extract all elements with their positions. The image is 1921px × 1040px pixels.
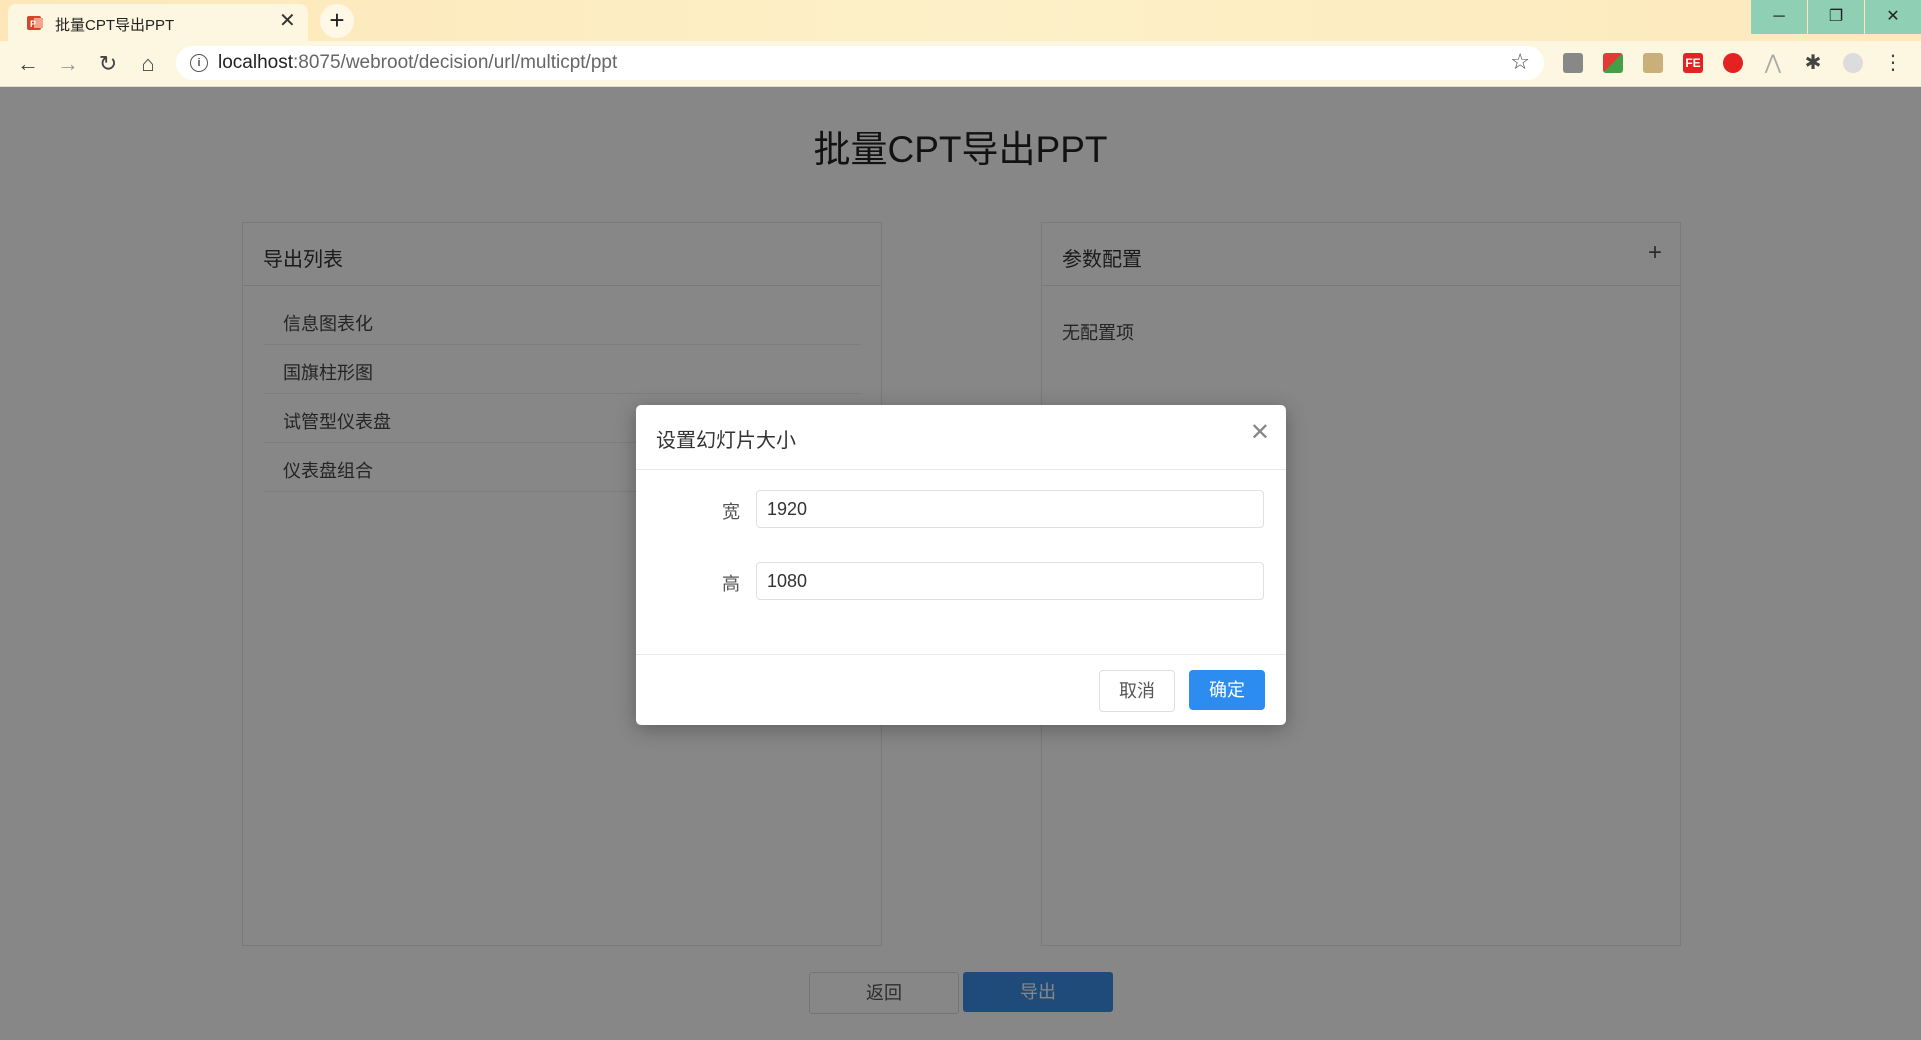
new-tab-button[interactable]: + bbox=[320, 4, 354, 38]
tab-close-icon[interactable]: ✕ bbox=[279, 11, 296, 31]
fe-extension-icon[interactable]: FE bbox=[1683, 53, 1703, 73]
tab-title: 批量CPT导出PPT bbox=[55, 17, 175, 34]
extension-icon[interactable] bbox=[1603, 53, 1623, 73]
restore-button[interactable]: ❐ bbox=[1808, 0, 1864, 34]
height-label: 高 bbox=[722, 574, 740, 594]
browser-tab[interactable]: P 批量CPT导出PPT ✕ bbox=[8, 4, 308, 41]
dialog-footer: 取消 确定 bbox=[636, 654, 1286, 726]
width-label: 宽 bbox=[722, 502, 740, 522]
dialog-header: 设置幻灯片大小 ✕ bbox=[636, 405, 1286, 470]
height-input[interactable] bbox=[756, 562, 1264, 600]
height-row: 高 bbox=[636, 562, 1286, 602]
address-bar[interactable]: i localhost:8075/webroot/decision/url/mu… bbox=[176, 46, 1544, 80]
svg-text:P: P bbox=[30, 19, 36, 29]
width-row: 宽 bbox=[636, 490, 1286, 530]
extension-icon[interactable] bbox=[1563, 53, 1583, 73]
close-icon[interactable]: ✕ bbox=[1250, 421, 1270, 445]
extension-icon[interactable] bbox=[1723, 53, 1743, 73]
profile-avatar[interactable] bbox=[1843, 53, 1863, 73]
home-icon[interactable]: ⌂ bbox=[134, 50, 162, 78]
bookmark-star-icon[interactable]: ☆ bbox=[1510, 49, 1530, 75]
forward-arrow-icon[interactable]: → bbox=[54, 50, 82, 78]
confirm-button[interactable]: 确定 bbox=[1189, 670, 1265, 710]
extension-icon[interactable] bbox=[1643, 53, 1663, 73]
ppt-favicon-icon: P bbox=[27, 16, 43, 30]
extension-icon[interactable]: ⋀ bbox=[1763, 53, 1783, 73]
width-input[interactable] bbox=[756, 490, 1264, 528]
close-window-button[interactable]: ✕ bbox=[1865, 0, 1921, 34]
minimize-button[interactable]: ─ bbox=[1751, 0, 1807, 34]
cancel-button[interactable]: 取消 bbox=[1099, 670, 1175, 712]
more-menu-icon[interactable]: ⋮ bbox=[1883, 53, 1903, 73]
slide-size-dialog: 设置幻灯片大小 ✕ 宽 高 取消 确定 bbox=[636, 405, 1286, 725]
site-info-icon[interactable]: i bbox=[190, 54, 208, 72]
browser-toolbar: ← → ↻ ⌂ i localhost:8075/webroot/decisio… bbox=[0, 41, 1921, 87]
back-arrow-icon[interactable]: ← bbox=[14, 50, 42, 78]
browser-titlebar: P 批量CPT导出PPT ✕ + ─ ❐ ✕ bbox=[0, 0, 1921, 41]
reload-icon[interactable]: ↻ bbox=[94, 50, 122, 78]
puzzle-extension-icon[interactable]: ✱ bbox=[1803, 53, 1823, 73]
dialog-title: 设置幻灯片大小 bbox=[656, 430, 796, 452]
url-text[interactable]: localhost:8075/webroot/decision/url/mult… bbox=[218, 52, 617, 74]
